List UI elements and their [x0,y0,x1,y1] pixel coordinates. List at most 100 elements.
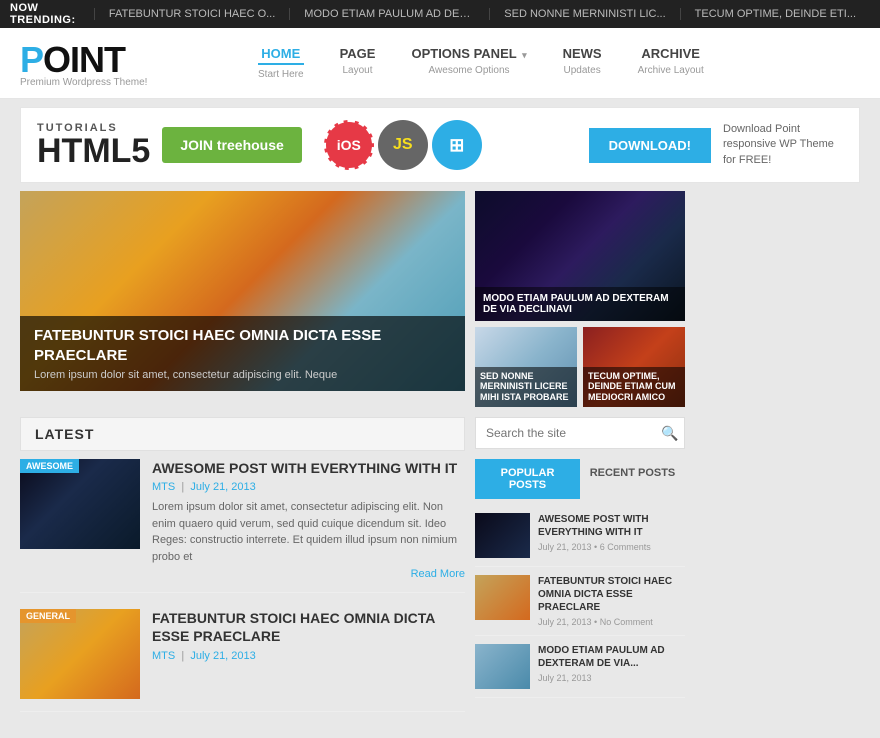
side-small-posts: SED NONNE MERNINISTI LICERE MIHI ISTA PR… [475,327,685,407]
read-more-link-1[interactable]: Read More [411,568,465,580]
sidebar-thumb-3 [475,644,530,689]
latest-posts: LATEST AWESOME AWESOME POST WITH EVERYTH… [20,417,465,728]
download-description: Download Point responsive WP Theme for F… [723,122,843,168]
post-thumb-2[interactable]: GENERAL [20,609,140,699]
join-treehouse-button[interactable]: JOIN treehouse [162,127,301,163]
nav-label-archive: ARCHIVE [638,46,704,61]
nav-sub-news: Updates [563,65,600,76]
js-icon: JS [378,120,428,170]
post-date-1: July 21, 2013 [190,481,255,493]
side-main-overlay: MODO ETIAM PAULUM AD DEXTERAM DE VIA DEC… [475,287,685,321]
sidebar-post-info-1: AWESOME POST WITH EVERYTHING WITH IT Jul… [538,513,685,558]
post-content-1: AWESOME POST WITH EVERYTHING WITH IT MTS… [152,459,465,580]
sidebar-post-info-3: MODO ETIAM PAULUM AD DEXTERAM DE VIA... … [538,644,685,689]
nav-item-news[interactable]: NEWS Updates [545,38,620,88]
nav-label-home: HOME [258,46,304,65]
logo-sub: Premium Wordpress Theme! [20,77,220,88]
sidebar-post-info-2: FATEBUNTUR STOICI HAEC OMNIA DICTA ESSE … [538,575,685,627]
nav-label-options: OPTIONS PANEL ▾ [411,46,526,61]
side-small-title-2: TECUM OPTIME, DEINDE ETIAM CUM MEDIOCRI … [588,371,680,403]
logo-text: POINT [20,39,220,81]
featured-side-main[interactable]: MODO ETIAM PAULUM AD DEXTERAM DE VIA DEC… [475,191,685,321]
post-badge-1: AWESOME [20,459,79,473]
html5-tutorials: TUTORIALSHTML5 JOIN treehouse iOS JS ⊞ [37,120,482,170]
sidebar-post-3[interactable]: MODO ETIAM PAULUM AD DEXTERAM DE VIA... … [475,636,685,698]
trending-item-3[interactable]: SED NONNE MERNINISTI LIC... [489,8,679,20]
sidebar-tabs: POPULAR POSTS RECENT POSTS [475,459,685,499]
side-main-title: MODO ETIAM PAULUM AD DEXTERAM DE VIA DEC… [483,293,677,315]
nav-item-archive[interactable]: ARCHIVE Archive Layout [620,38,722,88]
main-content: FATEBUNTUR STOICI HAEC OMNIA DICTA ESSE … [20,191,860,407]
sidebar-post-title-1: AWESOME POST WITH EVERYTHING WITH IT [538,513,685,539]
latest-row: LATEST AWESOME AWESOME POST WITH EVERYTH… [20,417,860,728]
banner-ad: TUTORIALSHTML5 JOIN treehouse iOS JS ⊞ D… [20,107,860,183]
tab-popular[interactable]: POPULAR POSTS [475,459,580,499]
featured-main-title: FATEBUNTUR STOICI HAEC OMNIA DICTA ESSE … [34,326,451,365]
featured-side: MODO ETIAM PAULUM AD DEXTERAM DE VIA DEC… [475,191,685,407]
trending-item-1[interactable]: FATEBUNTUR STOICI HAEC O... [94,8,289,20]
search-input[interactable] [476,418,651,448]
sidebar-post-2[interactable]: FATEBUNTUR STOICI HAEC OMNIA DICTA ESSE … [475,567,685,636]
main-nav: HOME Start Here PAGE Layout OPTIONS PANE… [240,38,722,88]
sidebar-thumb-2 [475,575,530,620]
post-meta-1: MTS | July 21, 2013 [152,481,465,493]
sidebar-post-meta-2: July 21, 2013 • No Comment [538,617,685,627]
ios-icon: iOS [324,120,374,170]
grid-icon: ⊞ [432,120,482,170]
tab-recent[interactable]: RECENT POSTS [580,459,685,499]
nav-item-home[interactable]: HOME Start Here [240,38,322,88]
trending-item-2[interactable]: MODO ETIAM PAULUM AD DEX... [289,8,489,20]
featured-main-desc: Lorem ipsum dolor sit amet, consectetur … [34,369,451,381]
side-small-post-2[interactable]: TECUM OPTIME, DEINDE ETIAM CUM MEDIOCRI … [583,327,685,407]
search-icon: 🔍 [661,425,678,441]
post-badge-2: GENERAL [20,609,76,623]
sidebar-post-title-2: FATEBUNTUR STOICI HAEC OMNIA DICTA ESSE … [538,575,685,614]
trending-label: NOW TRENDING: [10,2,82,26]
trending-bar: NOW TRENDING: FATEBUNTUR STOICI HAEC O..… [0,0,880,28]
featured-main-overlay: FATEBUNTUR STOICI HAEC OMNIA DICTA ESSE … [20,316,465,391]
latest-header: LATEST [20,417,465,451]
post-title-2[interactable]: FATEBUNTUR STOICI HAEC OMNIA DICTA ESSE … [152,609,465,645]
sidebar-thumb-image-3 [475,644,530,689]
search-button[interactable]: 🔍 [651,419,688,448]
header: POINT Premium Wordpress Theme! HOME Star… [0,28,880,99]
post-item-2: GENERAL FATEBUNTUR STOICI HAEC OMNIA DIC… [20,609,465,712]
featured-section: FATEBUNTUR STOICI HAEC OMNIA DICTA ESSE … [20,191,465,407]
nav-sub-archive: Archive Layout [638,65,704,76]
sidebar-thumb-image-2 [475,575,530,620]
post-content-2: FATEBUNTUR STOICI HAEC OMNIA DICTA ESSE … [152,609,465,699]
post-author-1: MTS [152,481,175,493]
treehouse-icons: iOS JS ⊞ [324,120,482,170]
sidebar-post-meta-1: July 21, 2013 • 6 Comments [538,542,685,552]
sidebar-post-meta-3: July 21, 2013 [538,673,685,683]
sidebar-post-1[interactable]: AWESOME POST WITH EVERYTHING WITH IT Jul… [475,505,685,567]
html5-label: TUTORIALSHTML5 [37,122,150,168]
nav-label-news: NEWS [563,46,602,61]
side-small-title-1: SED NONNE MERNINISTI LICERE MIHI ISTA PR… [480,371,572,403]
sidebar-post-title-3: MODO ETIAM PAULUM AD DEXTERAM DE VIA... [538,644,685,670]
nav-item-options[interactable]: OPTIONS PANEL ▾ Awesome Options [393,38,544,88]
post-thumb-1[interactable]: AWESOME [20,459,140,549]
download-button[interactable]: DOWNLOAD! [589,128,711,163]
nav-item-page[interactable]: PAGE Layout [322,38,394,88]
nav-sub-home: Start Here [258,69,304,80]
side-small-post-1[interactable]: SED NONNE MERNINISTI LICERE MIHI ISTA PR… [475,327,577,407]
sidebar-thumb-image-1 [475,513,530,558]
post-excerpt-1: Lorem ipsum dolor sit amet, consectetur … [152,499,465,565]
featured-main-post[interactable]: FATEBUNTUR STOICI HAEC OMNIA DICTA ESSE … [20,191,465,391]
trending-items: FATEBUNTUR STOICI HAEC O... MODO ETIAM P… [94,8,870,20]
side-small-overlay-2: TECUM OPTIME, DEINDE ETIAM CUM MEDIOCRI … [583,367,685,407]
sidebar: 🔍 POPULAR POSTS RECENT POSTS AWESOME POS… [475,417,685,728]
nav-sub-options: Awesome Options [429,65,510,76]
chevron-down-icon: ▾ [522,50,527,60]
post-item-1: AWESOME AWESOME POST WITH EVERYTHING WIT… [20,459,465,593]
nav-sub-page: Layout [343,65,373,76]
trending-item-4[interactable]: TECUM OPTIME, DEINDE ETI... [680,8,870,20]
post-title-1[interactable]: AWESOME POST WITH EVERYTHING WITH IT [152,459,465,477]
read-more-wrapper-1: Read More [152,565,465,580]
search-box: 🔍 [475,417,685,449]
nav-label-page: PAGE [340,46,376,61]
sidebar-thumb-1 [475,513,530,558]
logo: POINT Premium Wordpress Theme! [20,39,220,88]
latest-section: LATEST AWESOME AWESOME POST WITH EVERYTH… [20,417,860,728]
